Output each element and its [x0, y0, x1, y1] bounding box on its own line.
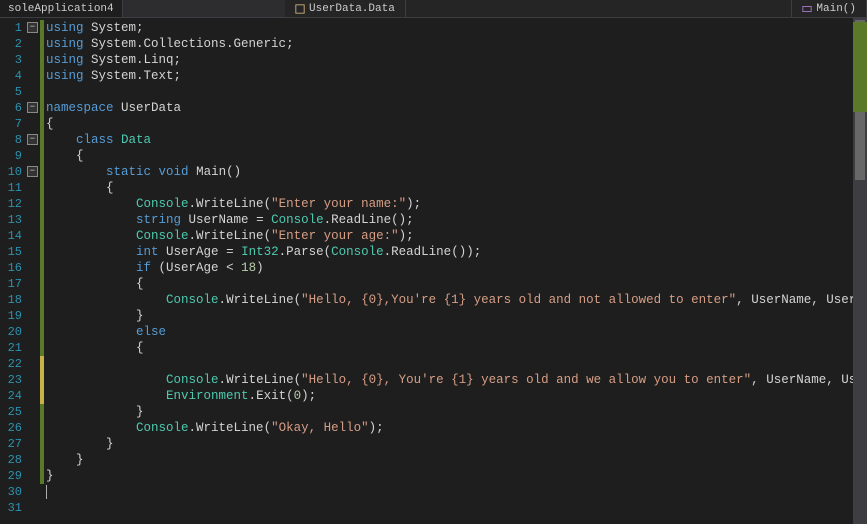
ln: 27: [0, 436, 26, 452]
ln: 21: [0, 340, 26, 356]
ln: 3: [0, 52, 26, 68]
ln: 18: [0, 292, 26, 308]
code-line[interactable]: {: [46, 340, 867, 356]
code-line[interactable]: }: [46, 468, 867, 484]
code-line[interactable]: {: [46, 148, 867, 164]
breadcrumb-member-label: Main(): [816, 3, 856, 15]
overview-change-mark: [853, 22, 867, 112]
code-line[interactable]: else: [46, 324, 867, 340]
ln: 30: [0, 484, 26, 500]
ln: 24: [0, 388, 26, 404]
vertical-scrollbar[interactable]: [853, 18, 867, 524]
code-line[interactable]: string UserName = Console.ReadLine();: [46, 212, 867, 228]
fold-toggle[interactable]: −: [27, 166, 38, 177]
change-mark: [40, 20, 44, 484]
class-icon: [295, 4, 305, 14]
code-line[interactable]: [46, 484, 867, 500]
code-line[interactable]: class Data: [46, 132, 867, 148]
code-line[interactable]: if (UserAge < 18): [46, 260, 867, 276]
editor-area: 1 2 3 4 5 6 7 8 9 10 11 12 13 14 15 16 1…: [0, 18, 867, 524]
fold-toggle[interactable]: −: [27, 22, 38, 33]
code-line[interactable]: {: [46, 180, 867, 196]
code-line[interactable]: Environment.Exit(0);: [46, 388, 867, 404]
code-line[interactable]: [46, 500, 867, 516]
breadcrumb-context[interactable]: UserData.Data: [285, 0, 406, 17]
ln: 8: [0, 132, 26, 148]
tab-title: soleApplication4: [8, 3, 114, 15]
ln: 23: [0, 372, 26, 388]
line-number-gutter: 1 2 3 4 5 6 7 8 9 10 11 12 13 14 15 16 1…: [0, 18, 26, 524]
code-line[interactable]: Console.WriteLine("Okay, Hello");: [46, 420, 867, 436]
ln: 25: [0, 404, 26, 420]
ln: 1: [0, 20, 26, 36]
code-line[interactable]: }: [46, 308, 867, 324]
change-bar: [40, 18, 44, 524]
code-line[interactable]: }: [46, 404, 867, 420]
ln: 14: [0, 228, 26, 244]
code-line[interactable]: {: [46, 276, 867, 292]
code-line[interactable]: using System.Linq;: [46, 52, 867, 68]
ln: 9: [0, 148, 26, 164]
change-mark: [40, 356, 44, 404]
ln: 5: [0, 84, 26, 100]
code-line[interactable]: Console.WriteLine("Hello, {0}, You're {1…: [46, 372, 867, 388]
ln: 6: [0, 100, 26, 116]
code-line[interactable]: namespace UserData: [46, 100, 867, 116]
code-line[interactable]: static void Main(): [46, 164, 867, 180]
fold-toggle[interactable]: −: [27, 102, 38, 113]
code-line[interactable]: }: [46, 452, 867, 468]
code-line[interactable]: using System;: [46, 20, 867, 36]
ln: 28: [0, 452, 26, 468]
ln: 7: [0, 116, 26, 132]
ln: 15: [0, 244, 26, 260]
ln: 31: [0, 500, 26, 516]
breadcrumb-bar: UserData.Data Main(): [285, 0, 867, 18]
ln: 19: [0, 308, 26, 324]
ln: 20: [0, 324, 26, 340]
code-editor[interactable]: using System;using System.Collections.Ge…: [44, 18, 867, 524]
ln: 11: [0, 180, 26, 196]
code-line[interactable]: int UserAge = Int32.Parse(Console.ReadLi…: [46, 244, 867, 260]
code-line[interactable]: using System.Text;: [46, 68, 867, 84]
code-line[interactable]: Console.WriteLine("Enter your name:");: [46, 196, 867, 212]
breadcrumb-context-label: UserData.Data: [309, 3, 395, 15]
ln: 13: [0, 212, 26, 228]
ln: 17: [0, 276, 26, 292]
ln: 2: [0, 36, 26, 52]
code-line[interactable]: [46, 84, 867, 100]
code-line[interactable]: Console.WriteLine("Hello, {0},You're {1}…: [46, 292, 867, 308]
ln: 16: [0, 260, 26, 276]
ln: 22: [0, 356, 26, 372]
outline-column: − − − −: [26, 18, 40, 524]
code-line[interactable]: [46, 356, 867, 372]
code-line[interactable]: }: [46, 436, 867, 452]
ln: 4: [0, 68, 26, 84]
file-tab[interactable]: soleApplication4: [0, 0, 123, 17]
breadcrumb-member[interactable]: Main(): [791, 0, 867, 17]
ln: 26: [0, 420, 26, 436]
code-line[interactable]: {: [46, 116, 867, 132]
fold-toggle[interactable]: −: [27, 134, 38, 145]
code-line[interactable]: Console.WriteLine("Enter your age:");: [46, 228, 867, 244]
method-icon: [802, 4, 812, 14]
ln: 12: [0, 196, 26, 212]
text-caret: [46, 485, 47, 499]
code-line[interactable]: using System.Collections.Generic;: [46, 36, 867, 52]
ln: 10: [0, 164, 26, 180]
ln: 29: [0, 468, 26, 484]
